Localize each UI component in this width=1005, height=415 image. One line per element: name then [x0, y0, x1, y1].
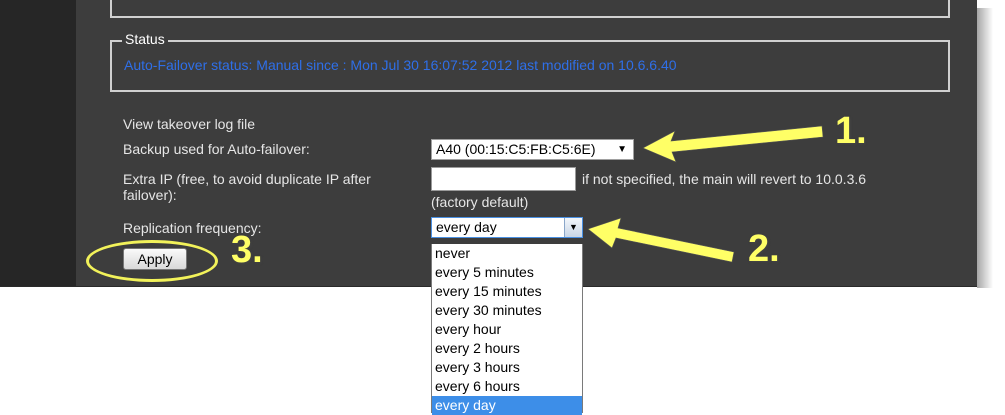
arrow-1: [642, 125, 824, 163]
arrow-2: [587, 217, 735, 263]
annotation-arrows: [587, 125, 824, 263]
